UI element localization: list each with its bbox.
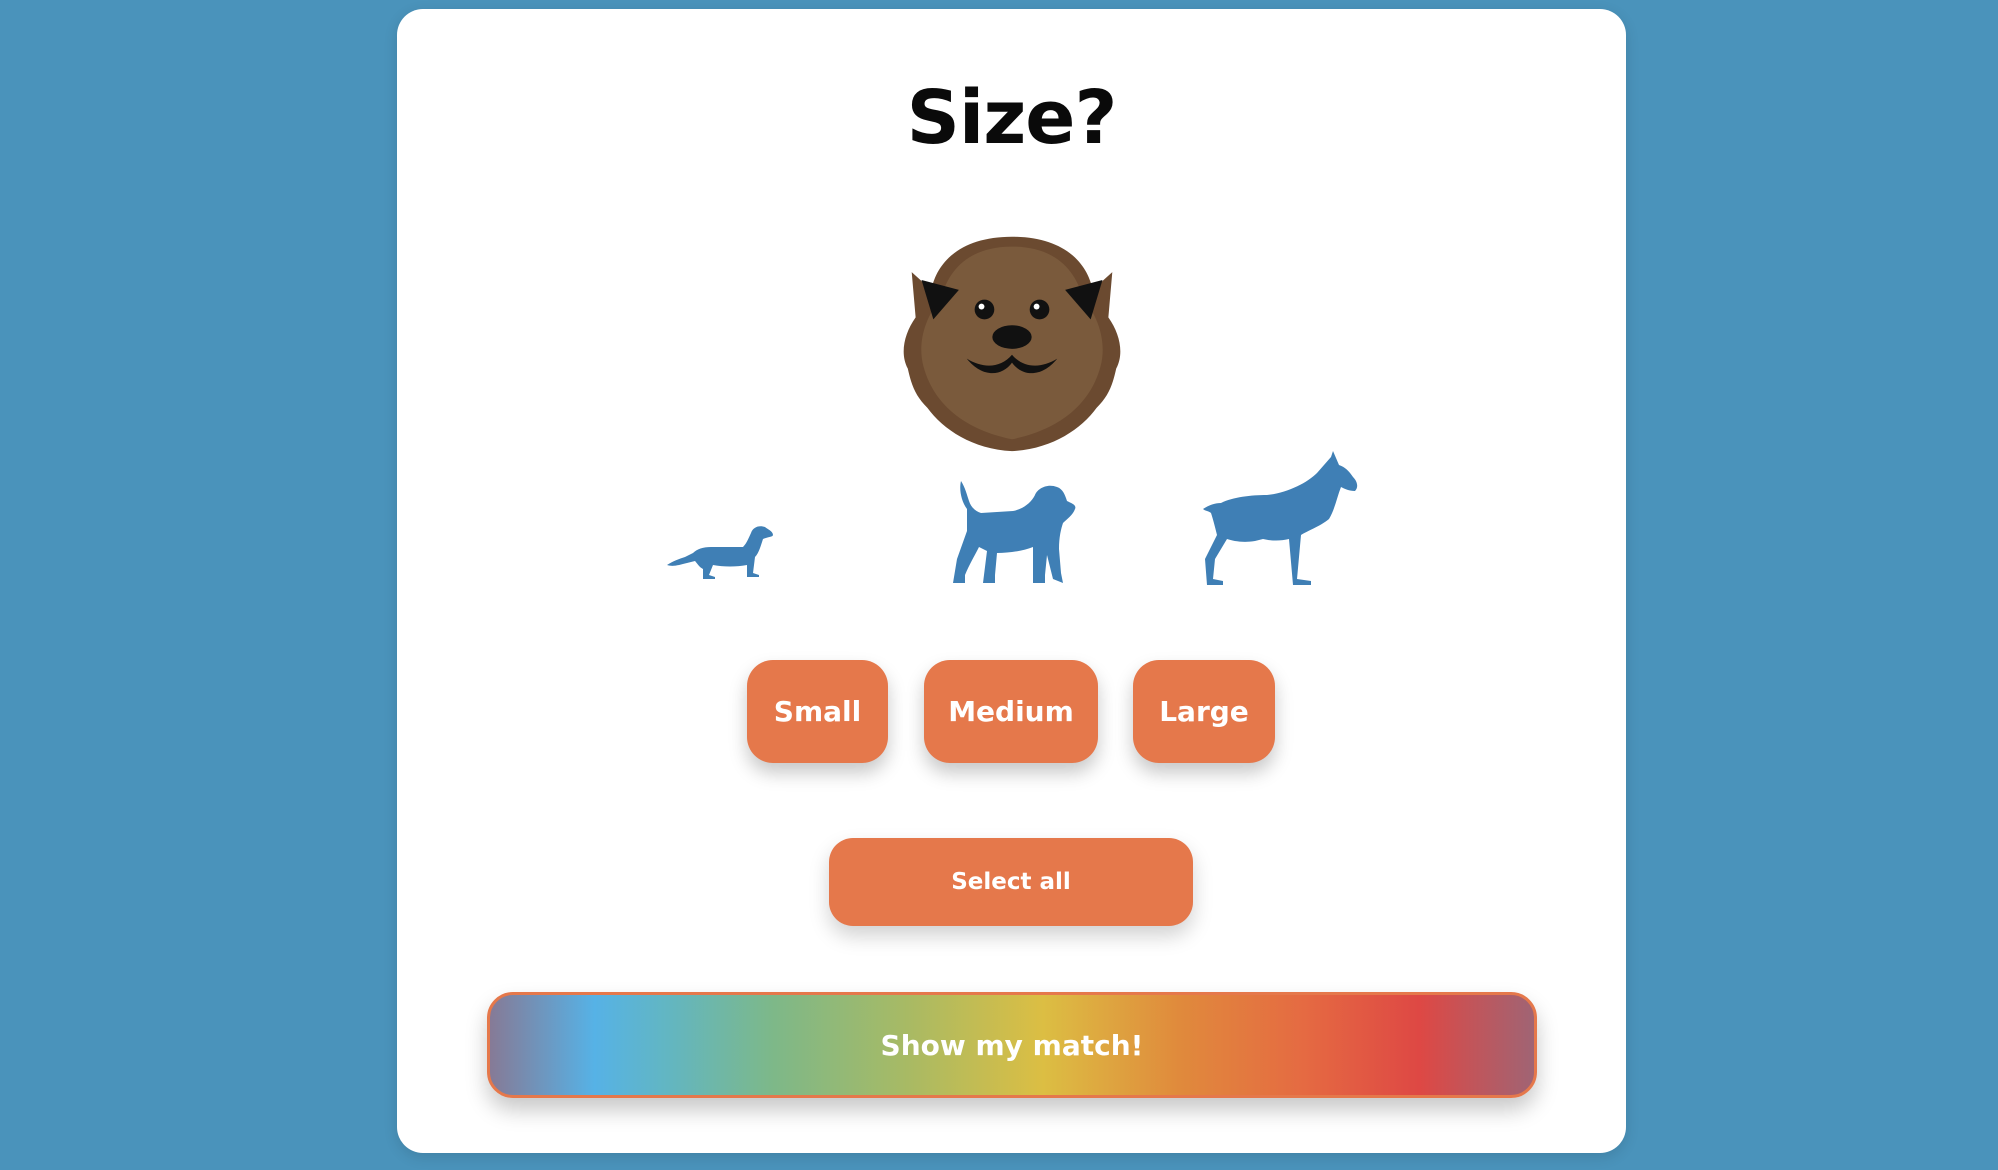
page-title: Size? <box>906 75 1118 161</box>
medium-dog-silhouette-icon <box>953 481 1076 583</box>
large-dog-silhouette-icon <box>1203 451 1358 585</box>
size-large-button[interactable]: Large <box>1133 660 1275 763</box>
question-card: Size? Small Medium Large Select all Show… <box>397 9 1626 1153</box>
size-medium-button[interactable]: Medium <box>924 660 1098 763</box>
select-all-button[interactable]: Select all <box>829 838 1193 926</box>
dog-face-icon <box>903 236 1121 452</box>
size-small-button[interactable]: Small <box>747 660 888 763</box>
small-dog-silhouette-icon <box>667 526 773 579</box>
show-match-button[interactable]: Show my match! <box>487 992 1537 1098</box>
